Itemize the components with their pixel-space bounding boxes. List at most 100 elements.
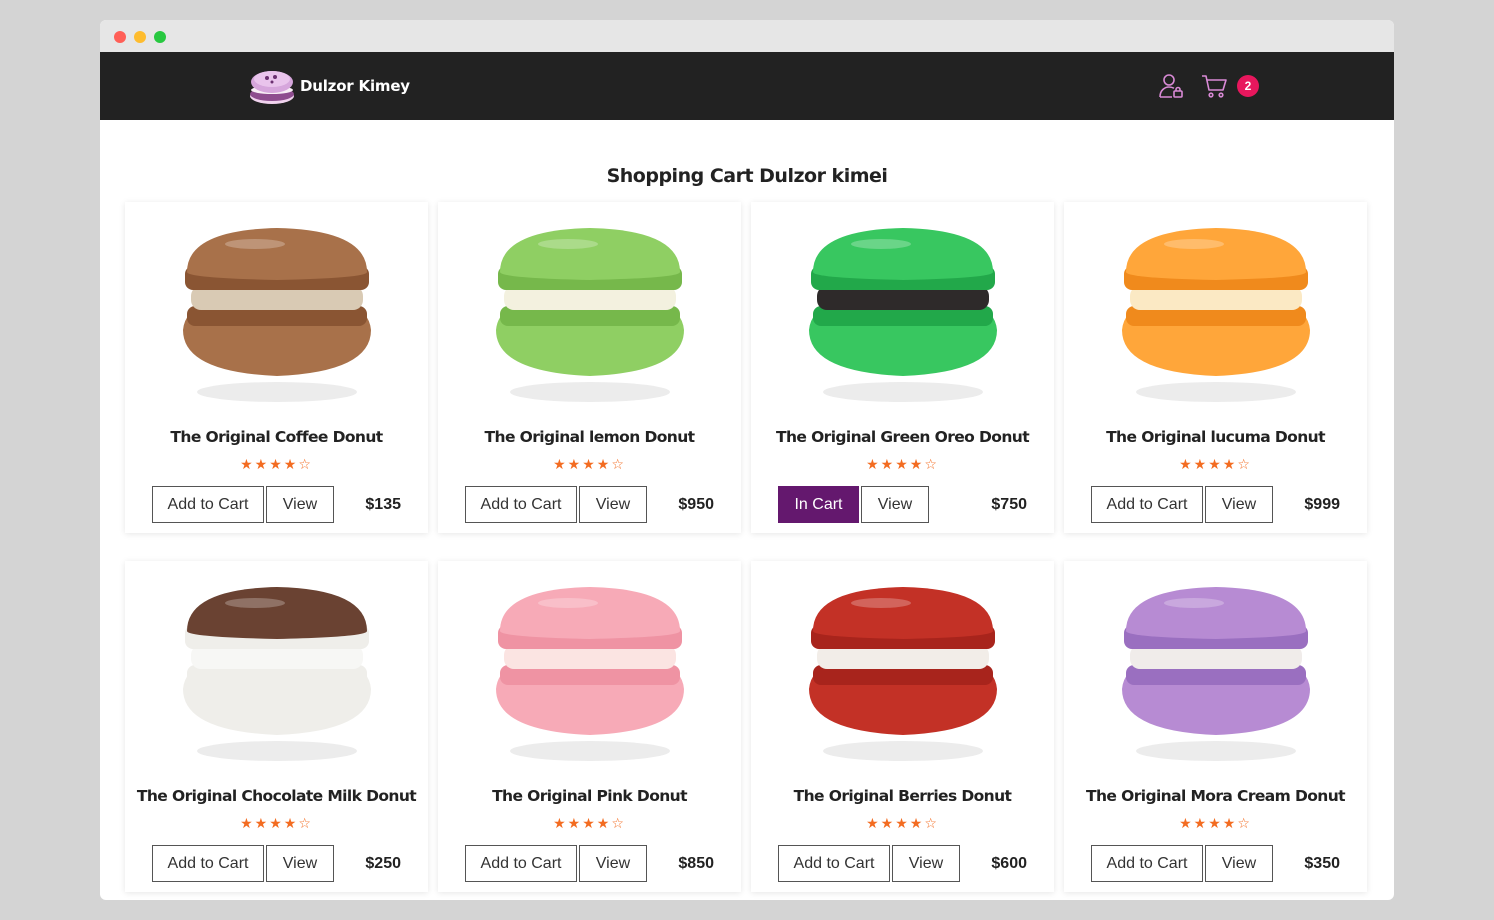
product-title: The Original Chocolate Milk Donut [136,787,417,805]
macaron-image [809,228,997,402]
product-rating: ★★★★☆ [1064,816,1367,832]
product-price: $999 [1304,496,1340,513]
star-filled-icon: ★ [283,816,299,832]
top-navbar: Dulzor Kimey 2 [100,52,1394,120]
macaron-image [496,228,684,402]
view-product-button[interactable]: View [266,845,334,882]
star-filled-icon: ★ [880,457,896,473]
maximize-window-button[interactable] [154,31,166,43]
star-filled-icon: ★ [240,816,255,832]
star-filled-icon: ★ [1193,457,1209,473]
add-to-cart-button[interactable]: Add to Cart [152,486,264,523]
view-product-button[interactable]: View [579,845,647,882]
star-filled-icon: ★ [269,816,284,832]
product-card: The Original Coffee Donut ★★★★☆ Add to C… [125,202,428,533]
in-cart-button[interactable]: In Cart [778,486,859,523]
product-price: $750 [991,496,1027,513]
add-to-cart-button[interactable]: Add to Cart [1091,845,1203,882]
view-product-button[interactable]: View [861,486,929,523]
macaron-image [183,587,371,761]
star-empty-icon: ☆ [298,816,313,832]
star-empty-icon: ☆ [298,457,313,473]
product-price: $350 [1304,855,1340,872]
product-title: The Original lemon Donut [484,428,696,446]
add-to-cart-button[interactable]: Add to Cart [465,845,577,882]
star-empty-icon: ☆ [611,457,626,473]
add-to-cart-button[interactable]: Add to Cart [1091,486,1203,523]
star-filled-icon: ★ [1222,457,1238,473]
product-price: $135 [365,496,401,513]
star-filled-icon: ★ [596,816,612,832]
view-product-button[interactable]: View [892,845,960,882]
star-filled-icon: ★ [254,816,270,832]
user-account-icon[interactable] [1157,72,1185,100]
star-filled-icon: ★ [1222,816,1238,832]
product-title: The Original Mora Cream Donut [1086,787,1346,805]
macaron-image [809,587,997,761]
product-title: The Original Pink Donut [492,787,687,805]
star-filled-icon: ★ [895,457,910,473]
brand-name: Dulzor Kimey [300,77,410,95]
star-filled-icon: ★ [567,457,583,473]
product-price: $600 [991,855,1027,872]
star-filled-icon: ★ [1193,816,1209,832]
product-grid: The Original Coffee Donut ★★★★☆ Add to C… [125,202,1367,892]
window-titlebar [100,20,1394,52]
star-filled-icon: ★ [283,457,299,473]
product-title: The Original lucuma Donut [1106,428,1325,446]
product-rating: ★★★★☆ [751,816,1054,832]
star-filled-icon: ★ [866,457,881,473]
product-rating: ★★★★☆ [438,457,741,473]
star-filled-icon: ★ [553,816,568,832]
add-to-cart-button[interactable]: Add to Cart [152,845,264,882]
product-title: The Original Green Oreo Donut [775,428,1030,446]
product-rating: ★★★★☆ [1064,457,1367,473]
shopping-cart-icon[interactable] [1200,72,1228,100]
star-filled-icon: ★ [582,457,597,473]
product-card: The Original lucuma Donut ★★★★☆ Add to C… [1064,202,1367,533]
cart-count-badge: 2 [1237,75,1259,97]
view-product-button[interactable]: View [579,486,647,523]
product-card: The Original Pink Donut ★★★★☆ Add to Car… [438,561,741,892]
product-card: The Original Mora Cream Donut ★★★★☆ Add … [1064,561,1367,892]
product-card: The Original Chocolate Milk Donut ★★★★☆ … [125,561,428,892]
product-card: The Original lemon Donut ★★★★☆ Add to Ca… [438,202,741,533]
product-card: The Original Berries Donut ★★★★☆ Add to … [751,561,1054,892]
star-filled-icon: ★ [1179,457,1194,473]
star-filled-icon: ★ [596,457,612,473]
star-filled-icon: ★ [240,457,255,473]
macaron-logo-icon [250,71,294,104]
product-rating: ★★★★☆ [751,457,1054,473]
view-product-button[interactable]: View [1205,486,1273,523]
star-filled-icon: ★ [553,457,568,473]
page-title: Shopping Cart Dulzor kimei [606,165,888,187]
star-filled-icon: ★ [567,816,583,832]
star-empty-icon: ☆ [1237,457,1252,473]
product-price: $950 [678,496,714,513]
product-rating: ★★★★☆ [125,457,428,473]
close-window-button[interactable] [114,31,126,43]
star-filled-icon: ★ [254,457,270,473]
star-empty-icon: ☆ [924,816,939,832]
product-title: The Original Berries Donut [793,787,1012,805]
macaron-image [1122,587,1310,761]
product-rating: ★★★★☆ [125,816,428,832]
macaron-image [496,587,684,761]
star-empty-icon: ☆ [1237,816,1252,832]
view-product-button[interactable]: View [266,486,334,523]
star-filled-icon: ★ [909,457,925,473]
star-filled-icon: ★ [880,816,896,832]
star-filled-icon: ★ [1208,816,1223,832]
view-product-button[interactable]: View [1205,845,1273,882]
add-to-cart-button[interactable]: Add to Cart [465,486,577,523]
brand-link[interactable]: Dulzor Kimey [248,64,410,108]
product-rating: ★★★★☆ [438,816,741,832]
product-title: The Original Coffee Donut [170,428,383,446]
star-empty-icon: ☆ [924,457,939,473]
minimize-window-button[interactable] [134,31,146,43]
star-filled-icon: ★ [1208,457,1223,473]
macaron-image [1122,228,1310,402]
add-to-cart-button[interactable]: Add to Cart [778,845,890,882]
star-filled-icon: ★ [866,816,881,832]
star-filled-icon: ★ [909,816,925,832]
